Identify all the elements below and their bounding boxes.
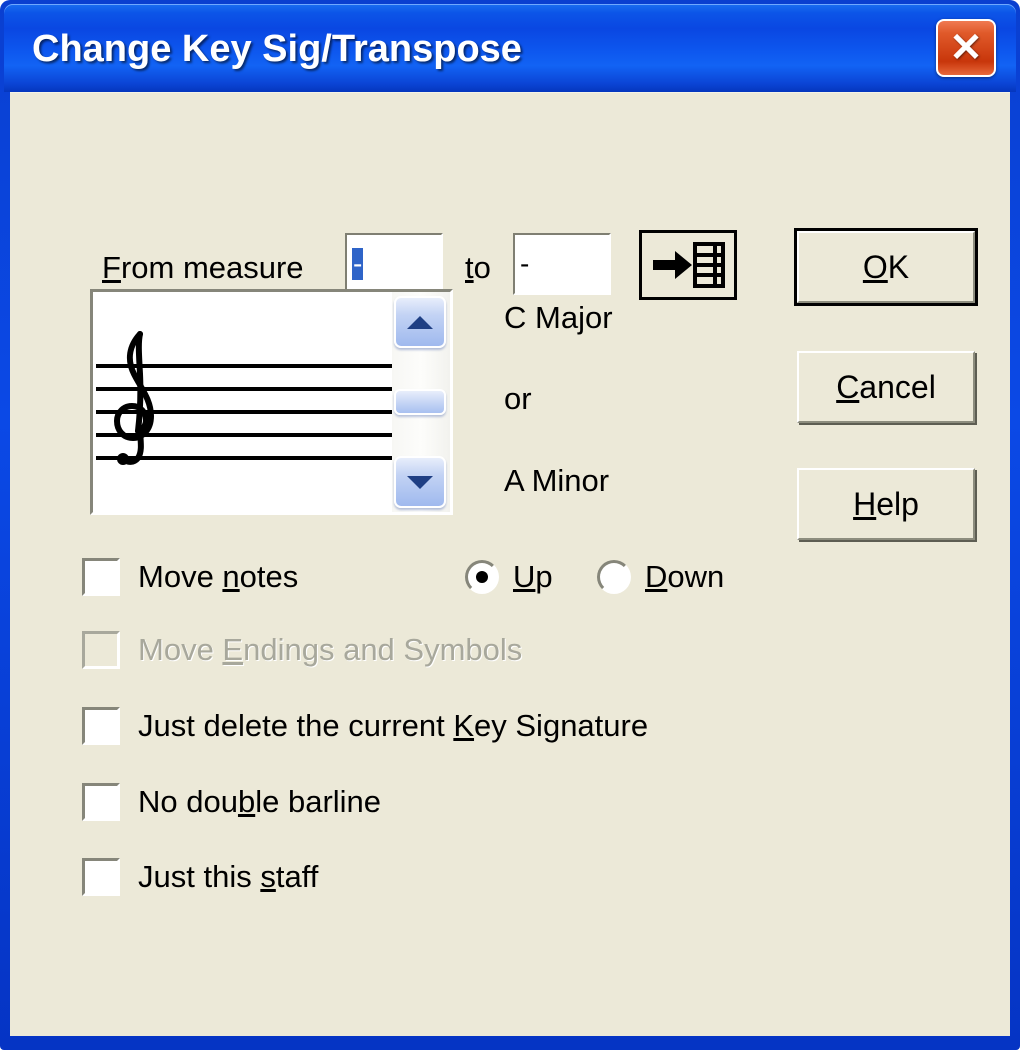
from-measure-accel: F [102, 250, 121, 285]
no-double-barline-label: No double barline [138, 784, 381, 820]
scrollbar-thumb[interactable] [394, 389, 446, 415]
dialog-client-area: From measure - to - OK Cancel Help C Maj… [10, 92, 1010, 1036]
just-this-staff-label: Just this staff [138, 859, 318, 895]
to-measure-value: - [520, 248, 530, 279]
just-this-staff-label-post: taff [275, 859, 319, 894]
just-delete-checkbox-box[interactable] [82, 707, 120, 745]
just-delete-accel: K [453, 708, 475, 743]
move-notes-checkbox-box[interactable] [82, 558, 120, 596]
major-key-label: C Major [504, 300, 613, 335]
down-radio-circle[interactable] [597, 560, 631, 594]
no-double-barline-checkbox-box[interactable] [82, 783, 120, 821]
close-icon: ✕ [949, 26, 983, 70]
move-endings-label: Move Endings and Symbols [138, 632, 522, 668]
go-to-measure-icon [653, 242, 725, 288]
no-double-barline-accel: b [237, 784, 256, 819]
up-radio-circle[interactable] [465, 560, 499, 594]
key-signature-preview[interactable] [90, 289, 453, 515]
preview-scrollbar[interactable] [392, 292, 450, 512]
up-label: Up [513, 559, 553, 595]
to-label: to [465, 250, 491, 286]
no-double-barline-label-pre: No dou [138, 784, 238, 819]
chevron-up-icon [407, 315, 433, 329]
scroll-up-button[interactable] [394, 296, 446, 348]
just-this-staff-checkbox-box[interactable] [82, 858, 120, 896]
from-measure-label: From measure [102, 250, 304, 286]
from-measure-input[interactable]: - [345, 233, 443, 295]
checkbox-just-this-staff[interactable]: Just this staff [82, 858, 318, 896]
help-accel: H [853, 485, 877, 522]
just-delete-label-post: ey Signature [474, 708, 649, 743]
go-to-measure-button[interactable] [639, 230, 737, 300]
checkbox-move-notes[interactable]: Move notes [82, 558, 298, 596]
chevron-down-icon [407, 475, 433, 489]
move-notes-label-pre: Move [138, 559, 223, 594]
ok-label: K [887, 248, 910, 285]
up-accel: U [513, 559, 536, 594]
ok-accel: O [862, 248, 888, 285]
down-label-text: own [667, 559, 725, 594]
move-notes-label-post: otes [239, 559, 299, 594]
to-accel: t [465, 250, 474, 285]
minor-key-label: A Minor [504, 463, 610, 498]
from-measure-value: - [352, 248, 364, 280]
cancel-accel: C [836, 368, 860, 405]
help-label: elp [876, 485, 919, 522]
down-label: Down [645, 559, 724, 595]
just-delete-label: Just delete the current Key Signature [138, 708, 648, 744]
just-this-staff-accel: s [260, 859, 276, 894]
checkbox-just-delete-key-signature[interactable]: Just delete the current Key Signature [82, 707, 648, 745]
move-endings-label-post: ndings and Symbols [243, 632, 523, 667]
move-endings-checkbox-box [82, 631, 120, 669]
move-notes-label: Move notes [138, 559, 298, 595]
or-label: or [504, 381, 532, 416]
just-delete-label-pre: Just delete the current [138, 708, 454, 743]
move-endings-label-pre: Move [138, 632, 223, 667]
dialog-window: Change Key Sig/Transpose ✕ From measure … [0, 0, 1020, 1050]
ok-button[interactable]: OK [797, 231, 975, 303]
no-double-barline-label-post: le barline [255, 784, 382, 819]
radio-up[interactable]: Up [465, 559, 553, 595]
down-accel: D [645, 559, 668, 594]
close-button[interactable]: ✕ [936, 19, 996, 77]
cancel-button[interactable]: Cancel [797, 351, 975, 423]
cancel-label: ancel [859, 368, 936, 405]
move-notes-accel: n [222, 559, 240, 594]
help-button[interactable]: Help [797, 468, 975, 540]
treble-clef-icon [113, 331, 155, 465]
scroll-down-button[interactable] [394, 456, 446, 508]
checkbox-move-endings-and-symbols: Move Endings and Symbols [82, 631, 522, 669]
to-label-text: o [473, 250, 491, 285]
move-endings-accel: E [222, 632, 244, 667]
checkbox-no-double-barline[interactable]: No double barline [82, 783, 381, 821]
dialog-title: Change Key Sig/Transpose [32, 28, 522, 70]
just-this-staff-label-pre: Just this [138, 859, 261, 894]
to-measure-input[interactable]: - [513, 233, 611, 295]
title-bar: Change Key Sig/Transpose ✕ [4, 4, 1016, 92]
radio-down[interactable]: Down [597, 559, 724, 595]
up-label-text: p [535, 559, 553, 594]
from-measure-label-text: rom measure [120, 250, 304, 285]
